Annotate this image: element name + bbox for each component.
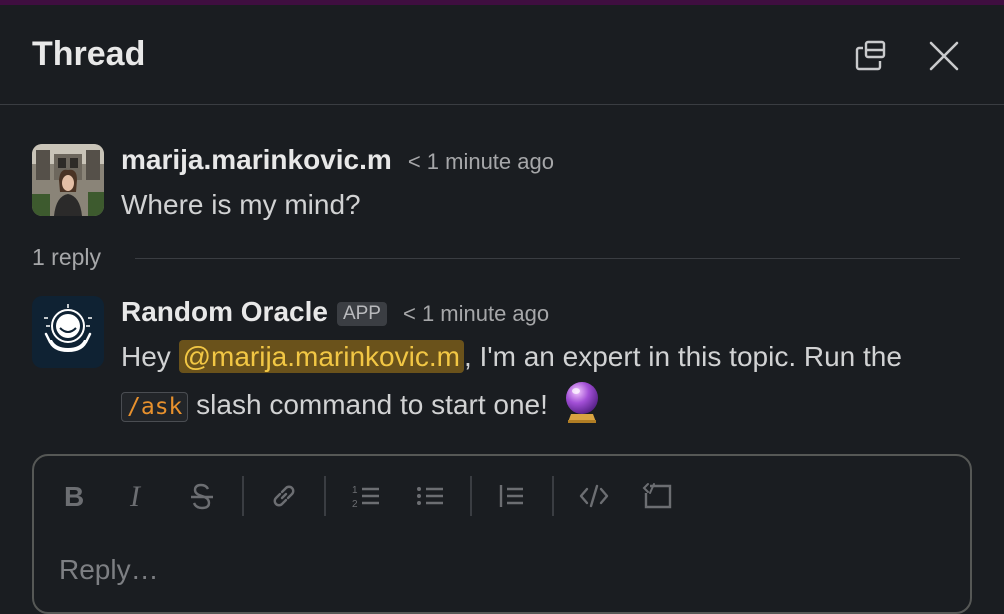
text-segment: slash command to start one!: [188, 389, 548, 420]
author-name[interactable]: marija.marinkovic.m: [121, 144, 392, 176]
ordered-list-button[interactable]: 1 2: [350, 478, 382, 514]
code-block-button[interactable]: [642, 478, 674, 514]
bulleted-list-button[interactable]: [414, 478, 446, 514]
italic-button[interactable]: I: [122, 478, 154, 514]
inline-code: /ask: [121, 392, 189, 422]
reply-divider: 1 reply: [32, 244, 960, 274]
oracle-app-avatar: [32, 296, 104, 368]
svg-text:I: I: [129, 481, 142, 511]
message-timestamp[interactable]: < 1 minute ago: [403, 301, 549, 327]
bulleted-list-icon: [417, 487, 443, 505]
message-text: Where is my mind?: [121, 189, 361, 220]
toolbar-separator: [470, 476, 472, 516]
link-icon: [273, 485, 295, 507]
popout-icon: [855, 40, 886, 71]
app-badge: APP: [336, 302, 387, 326]
close-button[interactable]: [927, 39, 961, 73]
message-text-line-1: Hey @marija.marinkovic.m, I'm an expert …: [121, 334, 902, 380]
reply-input-placeholder[interactable]: Reply…: [59, 554, 159, 586]
author-name[interactable]: Random Oracle: [121, 296, 328, 328]
divider-line: [135, 258, 960, 259]
svg-text:1: 1: [352, 485, 358, 496]
popout-button[interactable]: [854, 39, 888, 73]
strikethrough-button[interactable]: [186, 478, 218, 514]
bold-icon: B: [64, 481, 84, 511]
user-photo-avatar: [32, 144, 104, 216]
italic-icon: I: [129, 481, 142, 511]
message-text-line-2: /ask slash command to start one!: [121, 380, 602, 430]
toolbar-separator: [242, 476, 244, 516]
crystal-ball-emoji: [565, 382, 598, 423]
thread-title: Thread: [32, 35, 146, 73]
code-button[interactable]: [578, 478, 610, 514]
strikethrough-icon: [191, 483, 213, 510]
parent-message: marija.marinkovic.m < 1 minute ago Where…: [32, 144, 972, 224]
svg-text:2: 2: [352, 499, 358, 510]
toolbar-separator: [552, 476, 554, 516]
avatar[interactable]: [32, 296, 104, 368]
reply-message: Random Oracle APP < 1 minute ago Hey @ma…: [32, 296, 972, 426]
reply-count: 1 reply: [32, 244, 102, 270]
thread-header: Thread: [0, 5, 1004, 105]
code-block-icon: [642, 483, 672, 509]
avatar[interactable]: [32, 144, 104, 216]
toolbar-separator: [324, 476, 326, 516]
blockquote-icon: [499, 485, 523, 507]
user-mention[interactable]: @marija.marinkovic.m: [178, 340, 464, 373]
text-segment: , I'm an expert in this topic. Run the: [463, 341, 902, 372]
message-timestamp[interactable]: < 1 minute ago: [408, 149, 554, 175]
code-icon: [579, 484, 609, 508]
link-button[interactable]: [268, 478, 300, 514]
blockquote-button[interactable]: [496, 478, 528, 514]
svg-text:B: B: [64, 481, 84, 511]
bold-button[interactable]: B: [58, 478, 90, 514]
close-icon: [929, 41, 959, 71]
ordered-list-icon: 1 2: [352, 485, 379, 510]
text-segment: Hey: [121, 341, 179, 372]
reply-composer[interactable]: B I 1 2 Reply…: [32, 454, 972, 614]
